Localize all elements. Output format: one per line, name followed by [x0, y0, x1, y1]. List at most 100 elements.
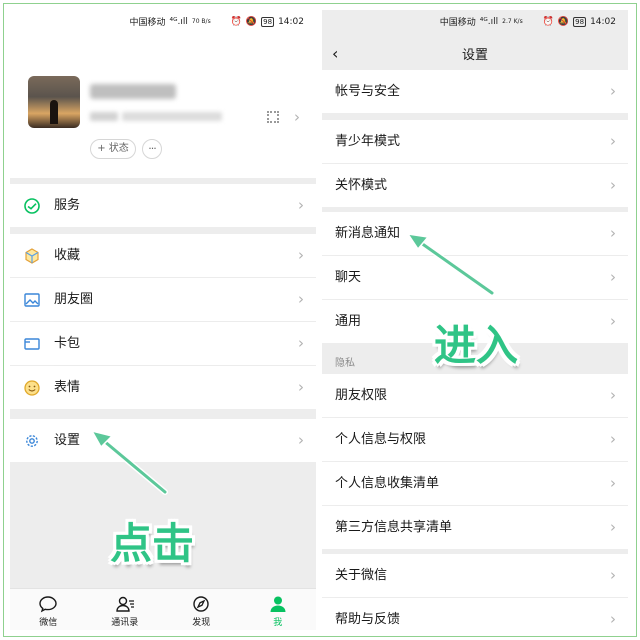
smiley-icon	[24, 380, 40, 396]
alarm-icon: ⏰	[230, 16, 242, 27]
gear-icon	[26, 435, 38, 447]
bottom-tab-bar: 微信 通讯录 发现 我	[10, 588, 316, 630]
tab-label: 我	[273, 618, 283, 628]
settings-item-label: 帐号与安全	[335, 84, 401, 99]
settings-item-label: 通用	[335, 314, 362, 329]
signal-icon: ⁴ᴳ.ıll	[169, 16, 188, 27]
clock: 14:02	[278, 16, 304, 27]
settings-item-account-security[interactable]: 帐号与安全 ›	[322, 70, 628, 113]
chevron-right-icon: ›	[298, 290, 304, 308]
tab-label: 发现	[192, 618, 211, 628]
section-header-privacy: 隐私	[335, 358, 355, 369]
annotation-click-text: 点击	[110, 519, 195, 568]
chevron-right-icon: ›	[610, 566, 616, 584]
annotation-enter-text: 进入	[434, 321, 519, 370]
menu-item-label: 设置	[54, 433, 81, 448]
settings-item-label: 个人信息与权限	[335, 432, 427, 447]
signal-icon: ⁴ᴳ.ıll	[479, 16, 499, 27]
qr-code-icon[interactable]	[267, 111, 279, 123]
menu-item-moments[interactable]: 朋友圈 ›	[10, 278, 316, 321]
settings-item-personal-info-permissions[interactable]: 个人信息与权限 ›	[322, 418, 628, 461]
carrier-label: 中国移动	[129, 18, 166, 28]
settings-item-friend-permissions[interactable]: 朋友权限 ›	[322, 374, 628, 417]
settings-item-help-feedback[interactable]: 帮助与反馈 ›	[322, 598, 628, 630]
chevron-right-icon: ›	[610, 518, 616, 536]
chevron-right-icon: ›	[610, 82, 616, 100]
chevron-right-icon: ›	[610, 268, 616, 286]
settings-item-label: 朋友权限	[335, 388, 388, 403]
contacts-icon	[116, 596, 134, 612]
net-speed: 2.7 K/s	[502, 18, 523, 25]
menu-item-label: 收藏	[54, 248, 81, 263]
wechat-id-blurred	[122, 112, 222, 121]
settings-item-about-wechat[interactable]: 关于微信 ›	[322, 554, 628, 597]
carrier-label: 中国移动	[439, 18, 476, 28]
avatar[interactable]	[28, 76, 80, 128]
settings-item-label: 帮助与反馈	[335, 612, 401, 627]
tab-contacts[interactable]: 通讯录	[87, 589, 164, 630]
nickname-blurred	[90, 84, 176, 99]
chevron-right-icon: ›	[298, 378, 304, 396]
menu-item-services[interactable]: 服务 ›	[10, 184, 316, 227]
chat-bubble-icon	[39, 596, 57, 613]
chevron-right-icon: ›	[298, 431, 304, 449]
chevron-right-icon: ›	[294, 108, 300, 126]
settings-item-label: 关怀模式	[335, 178, 388, 193]
settings-item-label: 聊天	[335, 270, 362, 285]
alarm-icon: ⏰	[542, 16, 554, 27]
favorites-cube-icon	[25, 248, 39, 264]
settings-item-label: 个人信息收集清单	[335, 476, 440, 491]
moments-image-icon	[24, 293, 40, 307]
chevron-right-icon: ›	[610, 386, 616, 404]
settings-item-label: 关于微信	[335, 568, 388, 583]
chevron-right-icon: ›	[610, 474, 616, 492]
tab-chats[interactable]: 微信	[10, 589, 87, 630]
mute-icon: 🔕	[245, 16, 258, 27]
status-bar: 中国移动 ⁴ᴳ.ıll 70 B/s ⏰ 🔕 98 14:02	[10, 10, 316, 34]
status-button[interactable]: + 状态	[90, 139, 136, 159]
chevron-right-icon: ›	[298, 246, 304, 264]
net-speed: 70 B/s	[191, 18, 211, 25]
card-wallet-icon	[24, 338, 40, 350]
settings-item-label: 第三方信息共享清单	[335, 520, 453, 535]
chevron-right-icon: ›	[298, 334, 304, 352]
menu-item-cards[interactable]: 卡包 ›	[10, 322, 316, 365]
settings-item-label: 新消息通知	[335, 226, 401, 241]
menu-item-stickers[interactable]: 表情 ›	[10, 366, 316, 409]
settings-item-care-mode[interactable]: 关怀模式 ›	[322, 164, 628, 207]
settings-item-teen-mode[interactable]: 青少年模式 ›	[322, 120, 628, 163]
wechat-id-label-blurred	[90, 112, 118, 121]
settings-item-chat[interactable]: 聊天 ›	[322, 256, 628, 299]
menu-item-label: 卡包	[54, 336, 81, 351]
services-icon	[24, 198, 40, 214]
chevron-right-icon: ›	[610, 610, 616, 628]
clock: 14:02	[590, 16, 616, 27]
chevron-right-icon: ›	[610, 312, 616, 330]
settings-item-personal-info-collection[interactable]: 个人信息收集清单 ›	[322, 462, 628, 505]
more-button[interactable]: ···	[142, 139, 162, 159]
settings-item-new-message-notification[interactable]: 新消息通知 ›	[322, 212, 628, 255]
battery-icon: 98	[261, 16, 275, 27]
tab-me[interactable]: 我	[240, 589, 317, 630]
chevron-right-icon: ›	[610, 430, 616, 448]
mute-icon: 🔕	[557, 16, 570, 27]
tab-label: 微信	[39, 618, 58, 628]
tab-discover[interactable]: 发现	[163, 589, 240, 630]
compass-icon	[193, 596, 209, 612]
menu-item-favorites[interactable]: 收藏 ›	[10, 234, 316, 277]
battery-icon: 98	[573, 16, 587, 27]
status-bar: 中国移动 ⁴ᴳ.ıll 2.7 K/s ⏰ 🔕 98 14:02	[322, 10, 628, 34]
settings-item-third-party-sharing[interactable]: 第三方信息共享清单 ›	[322, 506, 628, 549]
chevron-right-icon: ›	[610, 176, 616, 194]
page-title: 设置	[461, 48, 488, 63]
menu-item-label: 朋友圈	[54, 292, 94, 307]
chevron-right-icon: ›	[610, 224, 616, 242]
menu-item-label: 服务	[54, 198, 81, 213]
settings-header: 中国移动 ⁴ᴳ.ıll 2.7 K/s ⏰ 🔕 98 14:02 ‹ 设置	[322, 10, 628, 74]
chevron-right-icon: ›	[298, 196, 304, 214]
settings-item-label: 青少年模式	[335, 134, 401, 149]
menu-item-label: 表情	[54, 380, 81, 395]
menu-item-settings[interactable]: 设置 ›	[10, 419, 316, 462]
chevron-right-icon: ›	[610, 132, 616, 150]
person-icon	[270, 596, 286, 612]
